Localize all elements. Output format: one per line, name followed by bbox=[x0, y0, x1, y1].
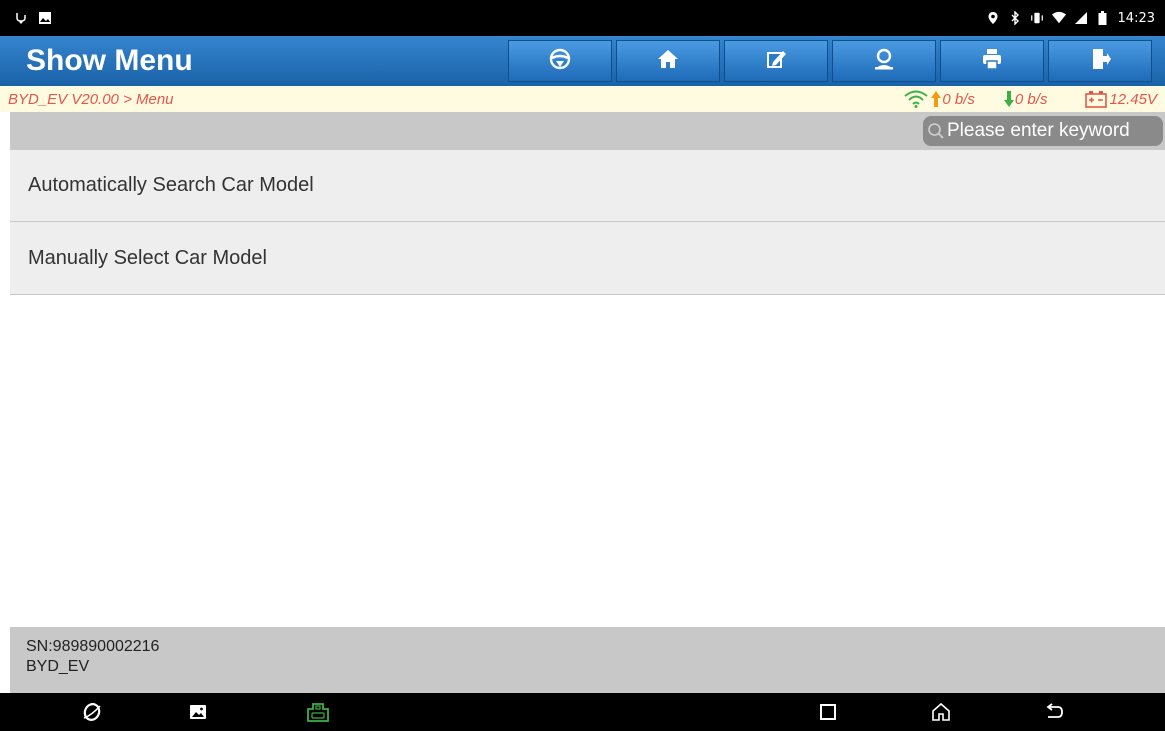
battery-voltage: 12.45V bbox=[1085, 90, 1157, 108]
status-bar-right: 14:23 bbox=[986, 11, 1155, 26]
download-rate: 0 b/s bbox=[1003, 90, 1048, 108]
search-icon bbox=[927, 122, 945, 140]
nav-home-button[interactable] bbox=[917, 693, 965, 731]
gallery-icon bbox=[189, 703, 207, 721]
image-notification-icon bbox=[38, 11, 52, 25]
user-support-icon bbox=[872, 48, 896, 75]
battery-voltage-value: 12.45V bbox=[1109, 90, 1157, 108]
print-icon bbox=[981, 48, 1003, 75]
upload-arrow-icon bbox=[930, 90, 942, 108]
menu-list: Automatically Search Car Model Manually … bbox=[10, 150, 1165, 295]
search-bar bbox=[10, 112, 1165, 150]
status-bar-left bbox=[14, 11, 52, 25]
menu-item-label: Manually Select Car Model bbox=[28, 246, 267, 269]
recents-button[interactable] bbox=[804, 693, 852, 731]
menu-item-manual-select[interactable]: Manually Select Car Model bbox=[10, 222, 1165, 295]
home-button[interactable] bbox=[616, 40, 720, 82]
back-button[interactable] bbox=[1030, 693, 1078, 731]
download-rate-value: 0 b/s bbox=[1014, 90, 1048, 108]
download-arrow-icon bbox=[1003, 90, 1015, 108]
car-battery-icon bbox=[1085, 90, 1108, 108]
support-button[interactable] bbox=[832, 40, 936, 82]
diagnose-button[interactable] bbox=[508, 40, 612, 82]
wifi-signal-icon bbox=[904, 90, 929, 108]
page-title: Show Menu bbox=[26, 44, 193, 77]
bluetooth-icon bbox=[1008, 11, 1022, 25]
exit-button[interactable] bbox=[1048, 40, 1152, 82]
edit-icon bbox=[765, 48, 787, 75]
wifi-icon bbox=[1051, 11, 1066, 25]
status-bar: 14:23 bbox=[0, 0, 1165, 36]
gallery-button[interactable] bbox=[174, 693, 222, 731]
vci-icon bbox=[305, 701, 331, 723]
upload-rate-value: 0 b/s bbox=[942, 90, 975, 108]
breadcrumb-bar: BYD_EV V20.00 > Menu 0 b/s 0 b/s 12.45V bbox=[0, 86, 1165, 112]
search-input[interactable] bbox=[945, 120, 1163, 142]
navigation-bar bbox=[0, 693, 1165, 731]
vehicle-model: BYD_EV bbox=[26, 658, 90, 675]
breadcrumb: BYD_EV V20.00 > Menu bbox=[8, 90, 174, 108]
app-header: Show Menu bbox=[0, 36, 1165, 86]
steering-wheel-icon bbox=[549, 48, 571, 75]
print-button[interactable] bbox=[940, 40, 1044, 82]
battery-icon bbox=[1096, 11, 1110, 25]
back-icon bbox=[1044, 703, 1064, 721]
home-icon bbox=[931, 702, 951, 722]
connection-status: 0 b/s 0 b/s 12.45V bbox=[904, 86, 1157, 112]
browser-button[interactable] bbox=[68, 693, 116, 731]
upload-rate: 0 b/s bbox=[930, 90, 975, 108]
location-icon bbox=[986, 11, 1000, 25]
recents-icon bbox=[819, 703, 837, 721]
edit-button[interactable] bbox=[724, 40, 828, 82]
signal-icon bbox=[1074, 11, 1088, 25]
menu-item-auto-search[interactable]: Automatically Search Car Model bbox=[10, 150, 1165, 222]
status-time: 14:23 bbox=[1117, 10, 1155, 26]
menu-item-label: Automatically Search Car Model bbox=[28, 174, 314, 196]
browser-icon bbox=[81, 701, 103, 723]
device-info-footer: SN:989890002216 BYD_EV bbox=[10, 627, 1165, 693]
vci-button[interactable] bbox=[294, 693, 342, 731]
usb-debug-icon bbox=[14, 11, 28, 25]
toolbar bbox=[508, 40, 1152, 82]
vibrate-icon bbox=[1030, 11, 1044, 25]
serial-number: SN:989890002216 bbox=[26, 638, 160, 655]
search-box[interactable] bbox=[923, 116, 1163, 146]
home-icon bbox=[657, 48, 679, 75]
exit-icon bbox=[1089, 48, 1111, 75]
